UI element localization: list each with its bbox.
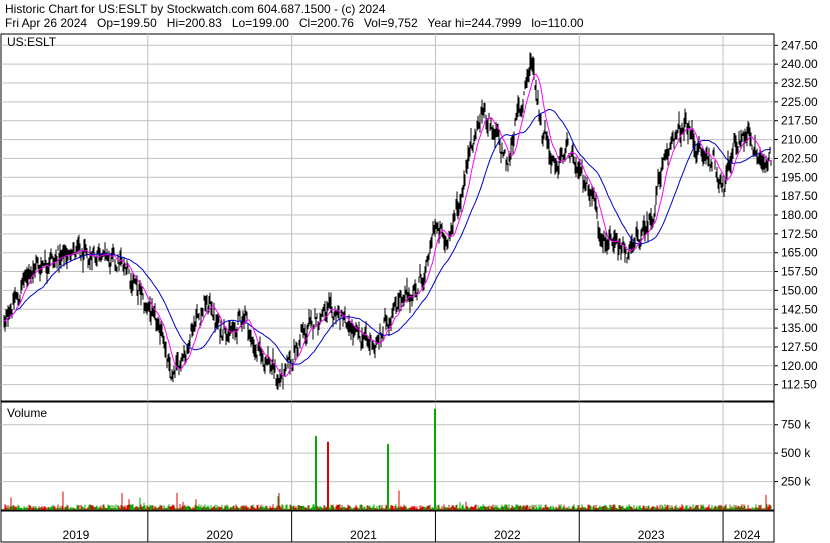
- price-panel-frame: [0, 33, 775, 402]
- volume-panel: 750 k 500 k 250 k Volume: [0, 401, 811, 511]
- price-tick-label: 180.00: [781, 208, 818, 222]
- year-label: 2021: [350, 528, 377, 542]
- price-tick-label: 240.00: [781, 57, 818, 71]
- year-label: 2019: [63, 528, 90, 542]
- price-tick-label: 120.00: [781, 359, 818, 373]
- price-tick-label: 127.50: [781, 340, 818, 354]
- price-tick-label: 217.50: [781, 114, 818, 128]
- year-label: 2020: [206, 528, 233, 542]
- price-tick-label: 150.00: [781, 283, 818, 297]
- price-panel: 247.50 240.00 232.50 225.00 217.50 210.00 202.…: [0, 33, 818, 402]
- price-tick-label: 172.50: [781, 227, 818, 241]
- price-tick-label: 165.00: [781, 246, 818, 260]
- price-tick-label: 195.00: [781, 170, 818, 184]
- year-label: 2024: [734, 528, 761, 542]
- year-label: 2023: [638, 528, 665, 542]
- stock-chart: 247.50 240.00 232.50 225.00 217.50 210.00 202.…: [0, 33, 818, 543]
- volume-y-axis: 750 k 500 k 250 k: [774, 418, 811, 489]
- price-tick-label: 187.50: [781, 189, 818, 203]
- price-y-axis: 247.50 240.00 232.50 225.00 217.50 210.00 202.…: [774, 38, 818, 392]
- x-axis: 2019 2020 2021 2022 2023 2024: [0, 510, 775, 543]
- volume-tick-label: 250 k: [781, 475, 811, 489]
- price-tick-label: 157.50: [781, 265, 818, 279]
- price-tick-label: 210.00: [781, 133, 818, 147]
- symbol-label: US:ESLT: [7, 35, 57, 49]
- price-tick-label: 225.00: [781, 95, 818, 109]
- volume-label: Volume: [7, 406, 47, 420]
- price-tick-label: 112.50: [781, 378, 817, 392]
- price-tick-label: 142.50: [781, 302, 818, 316]
- price-tick-label: 135.00: [781, 321, 818, 335]
- volume-tick-label: 500 k: [781, 446, 811, 460]
- price-tick-label: 247.50: [781, 38, 818, 52]
- price-tick-label: 232.50: [781, 76, 818, 90]
- price-tick-label: 202.50: [781, 151, 818, 165]
- volume-tick-label: 750 k: [781, 418, 811, 432]
- year-label: 2022: [494, 528, 521, 542]
